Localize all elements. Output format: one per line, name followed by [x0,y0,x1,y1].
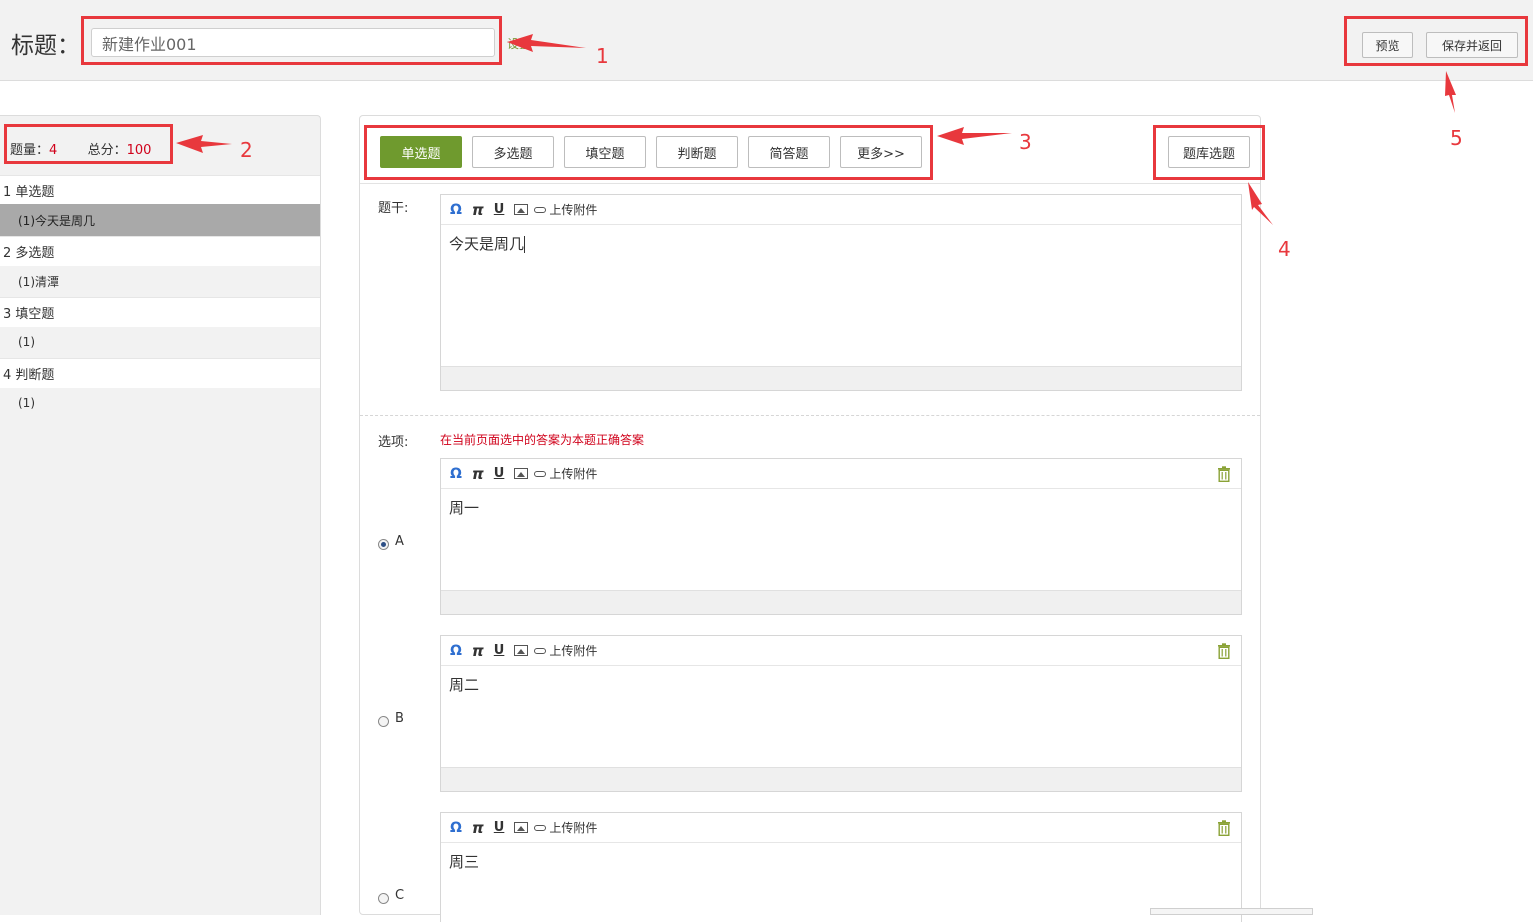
option-b-toolbar: Ω π U 上传附件 [441,636,1241,666]
upload-attachment-button[interactable]: 上传附件 [534,201,597,218]
options-label: 选项: [378,435,409,450]
trash-icon[interactable] [1217,820,1231,836]
option-c-radio[interactable] [378,893,389,904]
sidebar-category-judge[interactable]: 4 判断题 [0,358,320,388]
upload-attachment-button[interactable]: 上传附件 [534,465,597,482]
stem-text: 今天是周几 [449,235,525,253]
sidebar-item-fill-1[interactable]: (1) [0,327,320,357]
underline-icon[interactable]: U [494,820,505,835]
special-char-icon[interactable]: Ω [450,202,462,218]
upload-attachment-button[interactable]: 上传附件 [534,642,597,659]
stem-editor[interactable]: Ω π U 上传附件 今天是周几 [440,194,1242,391]
paperclip-icon [534,647,547,654]
annotation-box-5 [1344,16,1528,66]
option-a-footer [441,590,1241,614]
paperclip-icon [534,206,547,213]
annotation-box-4 [1153,125,1265,180]
sidebar-category-fill[interactable]: 3 填空题 [0,297,320,327]
option-a-editor[interactable]: Ω π U 上传附件 周一 [440,458,1242,615]
annotation-number-5: 5 [1450,126,1463,150]
stem-content[interactable]: 今天是周几 [441,225,1241,262]
special-char-icon[interactable]: Ω [450,466,462,482]
upload-attachment-label: 上传附件 [549,821,598,835]
section-divider [360,415,1260,416]
annotation-number-4: 4 [1278,237,1291,261]
option-a-radio[interactable] [378,539,389,550]
upload-attachment-label: 上传附件 [549,203,598,217]
trash-icon[interactable] [1217,643,1231,659]
formula-icon[interactable]: π [472,201,484,219]
upload-attachment-label: 上传附件 [549,467,598,481]
type-bar-divider [360,183,1260,184]
image-icon[interactable] [514,468,529,479]
correct-answer-hint: 在当前页面选中的答案为本题正确答案 [440,433,645,447]
image-icon[interactable] [514,204,529,215]
bottom-floating-tab[interactable] [1150,908,1313,915]
special-char-icon[interactable]: Ω [450,643,462,659]
stem-editor-footer [441,366,1241,390]
sidebar-category-multiple[interactable]: 2 多选题 [0,236,320,266]
underline-icon[interactable]: U [494,202,505,217]
option-a-content[interactable]: 周一 [441,489,1241,526]
formula-icon[interactable]: π [472,465,484,483]
image-icon[interactable] [514,822,529,833]
option-c-content[interactable]: 周三 [441,843,1241,880]
trash-icon[interactable] [1217,466,1231,482]
option-b-footer [441,767,1241,791]
sidebar-item-judge-1[interactable]: (1) [0,388,320,418]
sidebar-category-single[interactable]: 1 单选题 [0,175,320,205]
settings-link[interactable]: 设置 [507,35,531,52]
underline-icon[interactable]: U [494,643,505,658]
annotation-box-2 [4,124,173,164]
stem-editor-toolbar: Ω π U 上传附件 [441,195,1241,225]
sidebar-item-single-1[interactable]: (1)今天是周几 [0,204,320,236]
option-c-editor[interactable]: Ω π U 上传附件 周三 [440,812,1242,922]
option-b-editor[interactable]: Ω π U 上传附件 周二 [440,635,1242,792]
option-a-toolbar: Ω π U 上传附件 [441,459,1241,489]
title-label: 标题： [11,33,80,59]
sidebar-item-multiple-1[interactable]: (1)清潭 [0,266,320,296]
formula-icon[interactable]: π [472,642,484,660]
stem-label: 题干: [378,201,409,216]
option-b-content[interactable]: 周二 [441,666,1241,703]
option-a-letter: A [395,534,404,549]
option-b-letter: B [395,711,404,726]
option-c-letter: C [395,888,405,903]
annotation-number-3: 3 [1019,130,1032,154]
annotation-box-3 [364,125,933,180]
image-icon[interactable] [514,645,529,656]
paperclip-icon [534,470,547,477]
annotation-number-2: 2 [240,138,253,162]
formula-icon[interactable]: π [472,819,484,837]
text-caret [524,236,526,253]
annotation-box-1 [81,16,502,65]
underline-icon[interactable]: U [494,466,505,481]
annotation-number-1: 1 [596,44,609,68]
upload-attachment-label: 上传附件 [549,644,598,658]
option-b-radio[interactable] [378,716,389,727]
upload-attachment-button[interactable]: 上传附件 [534,819,597,836]
option-c-toolbar: Ω π U 上传附件 [441,813,1241,843]
paperclip-icon [534,824,547,831]
special-char-icon[interactable]: Ω [450,820,462,836]
